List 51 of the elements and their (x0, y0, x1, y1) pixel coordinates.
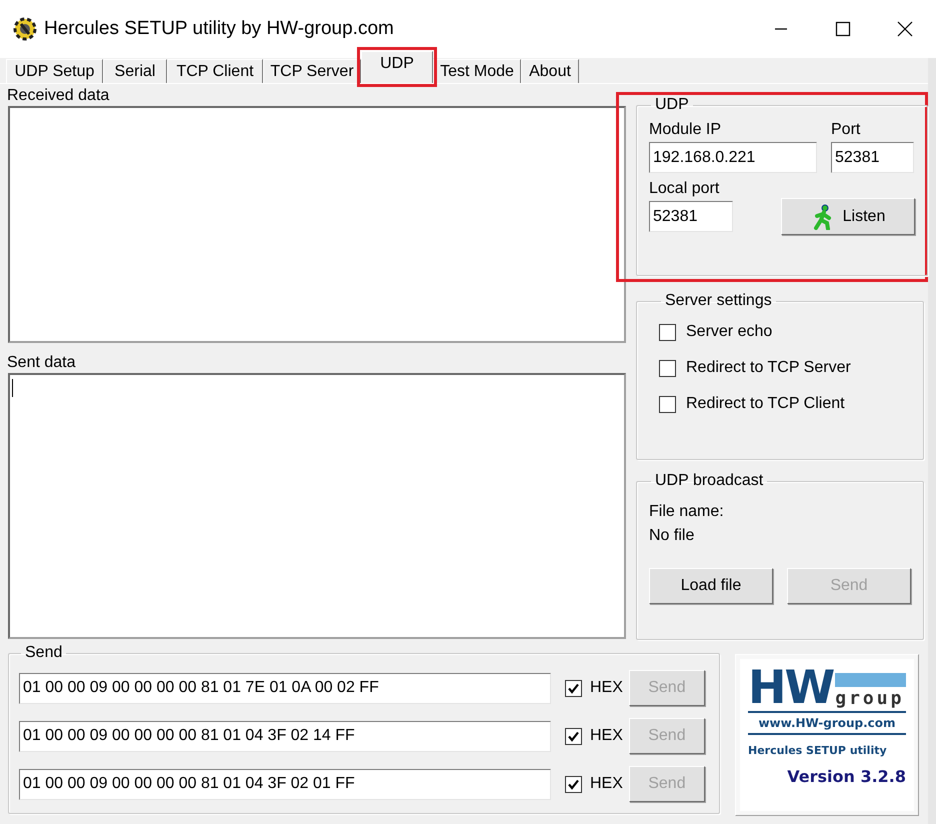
logo-mark: HW (748, 665, 834, 709)
logo-bar (835, 673, 906, 687)
tab[interactable]: TCP Client (167, 59, 263, 83)
group-title: UDP broadcast (654, 472, 764, 490)
checkbox-label[interactable]: Redirect to TCP Server (686, 356, 851, 380)
checkbox[interactable] (565, 728, 582, 744)
listen-button[interactable]: Listen (781, 198, 915, 235)
checkbox-label[interactable]: Redirect to TCP Client (686, 392, 845, 416)
received-data-field[interactable] (8, 106, 626, 343)
gear-icon (12, 16, 38, 42)
checkbox[interactable] (659, 324, 676, 340)
tab[interactable]: About (521, 59, 579, 83)
window-title: Hercules SETUP utility by HW-group.com (44, 16, 395, 41)
send-data-field[interactable]: 01 00 00 09 00 00 00 00 81 01 04 3F 02 01 FF (19, 768, 551, 800)
tab[interactable]: TCP Server (263, 59, 361, 83)
file-name-text: No file (649, 526, 696, 546)
version-text: Version 3.2.8 (786, 767, 906, 787)
group-title: Server settings (664, 292, 773, 310)
checkbox[interactable] (565, 776, 582, 792)
sent-data-field[interactable] (8, 373, 626, 639)
send-data-field[interactable]: 01 00 00 09 00 00 00 00 81 01 04 3F 02 14 FF (19, 720, 551, 752)
tab[interactable]: Test Mode (433, 59, 521, 83)
tab[interactable]: Serial (103, 59, 167, 83)
load-file-button[interactable]: Load file (649, 568, 773, 604)
group-title: UDP (654, 96, 690, 114)
maximize-icon (833, 19, 853, 39)
field-label: Sent data (7, 353, 76, 373)
field-label: Received data (7, 86, 110, 106)
module-ip-field[interactable]: 192.168.0.221 (649, 142, 817, 173)
logo-text: group (835, 689, 906, 709)
field-label: Port (831, 120, 862, 140)
close-icon (895, 19, 915, 39)
local-port-field[interactable]: 52381 (649, 201, 733, 232)
checkbox[interactable] (565, 680, 582, 696)
checkbox[interactable] (659, 360, 676, 376)
minimize-icon (775, 28, 787, 30)
checkbox-label[interactable]: Server echo (686, 320, 772, 344)
checkbox-label[interactable]: HEX (590, 772, 623, 796)
checkbox-label[interactable]: HEX (590, 724, 623, 748)
checkbox-label[interactable]: HEX (590, 676, 623, 700)
product-name: Hercules SETUP utility (748, 743, 888, 759)
field-label: Local port (649, 179, 720, 199)
send-data-field[interactable]: 01 00 00 09 00 00 00 00 81 01 7E 01 0A 00 02 FF (19, 672, 551, 704)
group-title: Send (24, 644, 64, 662)
checkbox[interactable] (659, 396, 676, 412)
text-cursor (12, 379, 13, 397)
tab[interactable]: UDP Setup (6, 59, 103, 83)
field-label: Module IP (649, 120, 722, 140)
field-label: File name: (649, 502, 725, 522)
logo-url: www.HW-group.com (757, 715, 897, 732)
port-field[interactable]: 52381 (831, 142, 914, 173)
